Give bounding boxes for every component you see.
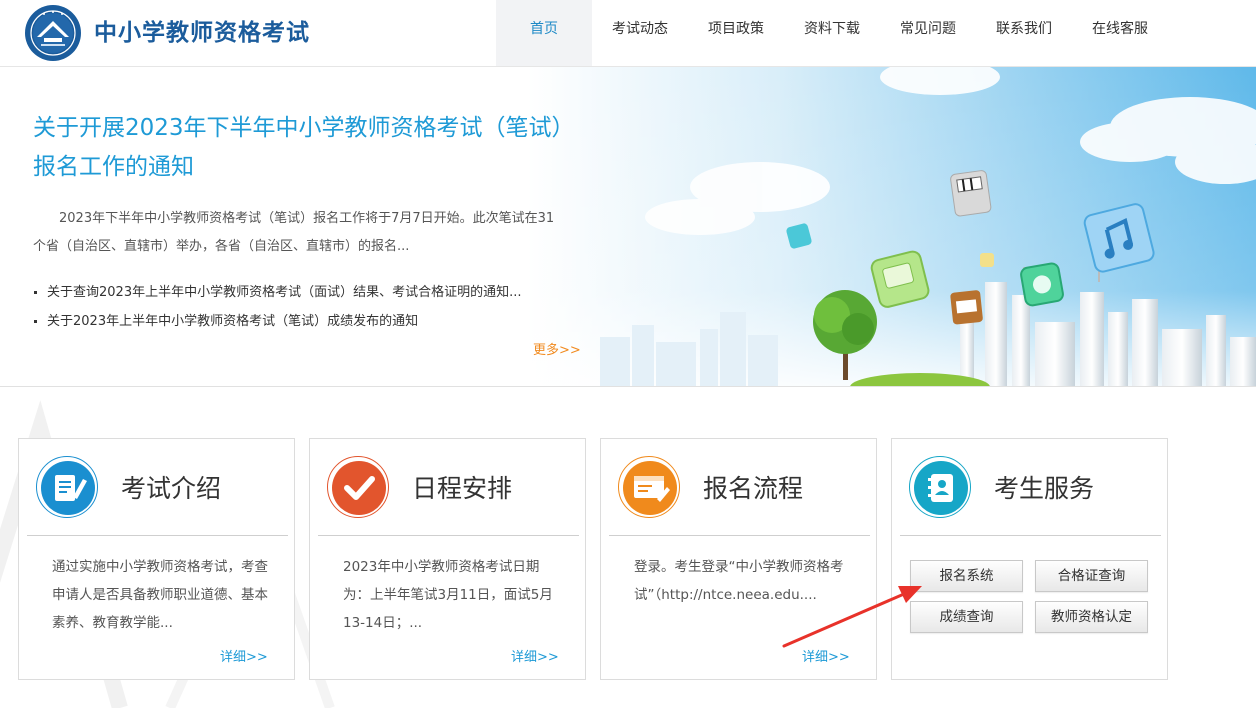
registration-system-button[interactable]: 报名系统	[910, 560, 1023, 592]
news-banner: 关于开展2023年下半年中小学教师资格考试（笔试）报名工作的通知 2023年下半…	[0, 67, 1256, 387]
card-candidate-services: 考生服务 报名系统 合格证查询 成绩查询 教师资格认定	[891, 438, 1168, 680]
news-list: 关于查询2023年上半年中小学教师资格考试（面试）结果、考试合格证明的通知...…	[34, 278, 574, 336]
card-title: 日程安排	[412, 474, 513, 503]
certificate-query-button[interactable]: 合格证查询	[1035, 560, 1148, 592]
card-title: 考试介绍	[121, 474, 222, 503]
card-registration-process: 报名流程 登录。考生登录“中小学教师资格考试”（http://ntce.neea…	[600, 438, 877, 680]
nav-item-faq[interactable]: 常见问题	[880, 0, 976, 66]
card-details-link[interactable]: 详细>>	[220, 646, 268, 665]
teacher-qualification-button[interactable]: 教师资格认定	[1035, 601, 1148, 633]
site-header: 中小学教师资格考试 首页 考试动态 项目政策 资料下载 常见问题 联系我们 在线…	[0, 0, 1256, 67]
nav-item-policy[interactable]: 项目政策	[688, 0, 784, 66]
card-schedule: 日程安排 2023年中小学教师资格考试日期为：上半年笔试3月11日，面试5月13…	[309, 438, 586, 680]
contact-book-icon	[909, 456, 971, 518]
ntce-logo-icon[interactable]	[24, 4, 82, 62]
card-title: 考生服务	[994, 474, 1095, 503]
news-list-item[interactable]: 关于2023年上半年中小学教师资格考试（笔试）成绩发布的通知	[34, 307, 574, 336]
card-description: 2023年中小学教师资格考试日期为：上半年笔试3月11日，面试5月13-14日；…	[343, 559, 553, 631]
document-edit-icon	[36, 456, 98, 518]
news-list-item[interactable]: 关于查询2023年上半年中小学教师资格考试（面试）结果、考试合格证明的通知...	[34, 278, 574, 307]
card-description: 登录。考生登录“中小学教师资格考试”（http://ntce.neea.edu.…	[634, 559, 844, 603]
card-header: 报名流程	[609, 439, 870, 536]
web-form-icon	[618, 456, 680, 518]
card-details-link[interactable]: 详细>>	[802, 646, 850, 665]
news-item-title[interactable]: 关于查询2023年上半年中小学教师资格考试（面试）结果、考试合格证明的通知...	[47, 285, 521, 300]
nav-item-exam-news[interactable]: 考试动态	[592, 0, 688, 66]
nav-item-contact[interactable]: 联系我们	[976, 0, 1072, 66]
site-title: 中小学教师资格考试	[94, 20, 310, 46]
score-query-button[interactable]: 成绩查询	[910, 601, 1023, 633]
nav-item-downloads[interactable]: 资料下载	[784, 0, 880, 66]
card-header: 考试介绍	[27, 439, 288, 536]
nav-item-online-service[interactable]: 在线客服	[1072, 0, 1168, 66]
card-exam-intro: 考试介绍 通过实施中小学教师资格考试，考查申请人是否具备教师职业道德、基本素养、…	[18, 438, 295, 680]
bullet-icon	[34, 291, 37, 294]
card-header: 考生服务	[900, 439, 1161, 536]
more-news-link[interactable]: 更多>>	[533, 339, 581, 358]
main-nav: 首页 考试动态 项目政策 资料下载 常见问题 联系我们 在线客服	[496, 0, 1168, 66]
card-title: 报名流程	[703, 474, 804, 503]
card-header: 日程安排	[318, 439, 579, 536]
nav-item-home[interactable]: 首页	[496, 0, 592, 66]
news-item-title[interactable]: 关于2023年上半年中小学教师资格考试（笔试）成绩发布的通知	[47, 314, 418, 329]
checkmark-icon	[327, 456, 389, 518]
headline-news-title[interactable]: 关于开展2023年下半年中小学教师资格考试（笔试）报名工作的通知	[33, 109, 573, 187]
headline-news-summary: 2023年下半年中小学教师资格考试（笔试）报名工作将于7月7日开始。此次笔试在3…	[33, 211, 555, 254]
card-description: 通过实施中小学教师资格考试，考查申请人是否具备教师职业道德、基本素养、教育教学能…	[52, 559, 268, 631]
card-details-link[interactable]: 详细>>	[511, 646, 559, 665]
bullet-icon	[34, 320, 37, 323]
